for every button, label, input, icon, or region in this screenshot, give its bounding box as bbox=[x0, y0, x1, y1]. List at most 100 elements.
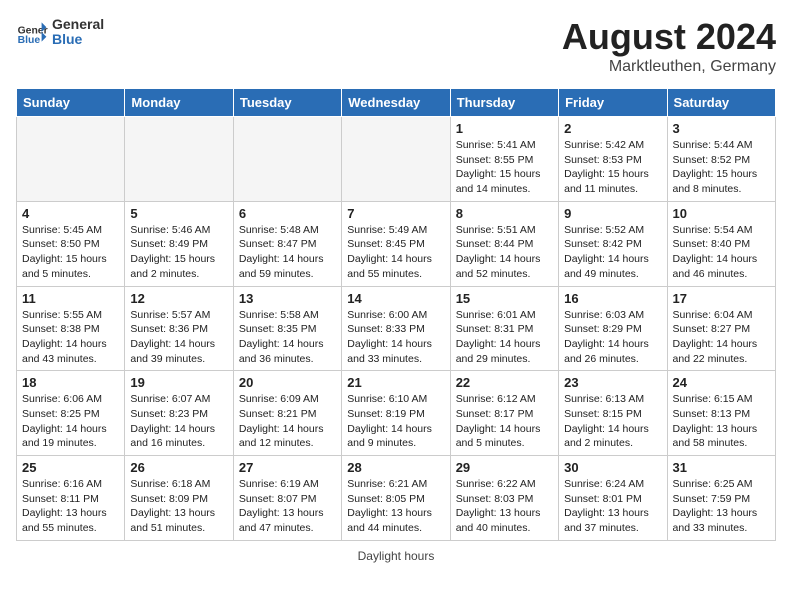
col-thursday: Thursday bbox=[450, 89, 558, 117]
day-info: Sunrise: 6:19 AMSunset: 8:07 PMDaylight:… bbox=[239, 477, 336, 536]
day-number: 7 bbox=[347, 206, 444, 221]
day-number: 22 bbox=[456, 375, 553, 390]
day-info: Sunrise: 5:55 AMSunset: 8:38 PMDaylight:… bbox=[22, 308, 119, 367]
table-row: 22Sunrise: 6:12 AMSunset: 8:17 PMDayligh… bbox=[450, 371, 558, 456]
day-number: 29 bbox=[456, 460, 553, 475]
day-number: 18 bbox=[22, 375, 119, 390]
day-number: 12 bbox=[130, 291, 227, 306]
col-friday: Friday bbox=[559, 89, 667, 117]
day-info: Sunrise: 6:03 AMSunset: 8:29 PMDaylight:… bbox=[564, 308, 661, 367]
table-row: 5Sunrise: 5:46 AMSunset: 8:49 PMDaylight… bbox=[125, 201, 233, 286]
day-info: Sunrise: 6:06 AMSunset: 8:25 PMDaylight:… bbox=[22, 392, 119, 451]
logo-icon: General Blue bbox=[16, 16, 48, 48]
table-row: 10 Sunrise: 5:54 AMSunset: 8:40 PMDayligh… bbox=[667, 201, 775, 286]
table-row: 2 Sunrise: 5:42 AMSunset: 8:53 PMDaylight… bbox=[559, 117, 667, 202]
day-number: 13 bbox=[239, 291, 336, 306]
table-row: 6 Sunrise: 5:48 AMSunset: 8:47 PMDaylight… bbox=[233, 201, 341, 286]
day-number: 26 bbox=[130, 460, 227, 475]
day-number: 15 bbox=[456, 291, 553, 306]
table-row: 28Sunrise: 6:21 AMSunset: 8:05 PMDayligh… bbox=[342, 456, 450, 541]
day-info: Sunrise: 6:09 AMSunset: 8:21 PMDaylight:… bbox=[239, 392, 336, 451]
svg-text:Blue: Blue bbox=[18, 35, 41, 46]
day-number: 11 bbox=[22, 291, 119, 306]
calendar-week-1: 1Sunrise: 5:41 AMSunset: 8:55 PMDaylight… bbox=[17, 117, 776, 202]
day-info: Sunrise: 6:00 AMSunset: 8:33 PMDaylight:… bbox=[347, 308, 444, 367]
day-info: Sunrise: 6:01 AMSunset: 8:31 PMDaylight:… bbox=[456, 308, 553, 367]
table-row: 1Sunrise: 5:41 AMSunset: 8:55 PMDaylight… bbox=[450, 117, 558, 202]
day-number: 6 bbox=[239, 206, 336, 221]
footer-note: Daylight hours bbox=[16, 549, 776, 563]
table-row: 20 Sunrise: 6:09 AMSunset: 8:21 PMDayligh… bbox=[233, 371, 341, 456]
calendar-week-5: 25 Sunrise: 6:16 AMSunset: 8:11 PMDayligh… bbox=[17, 456, 776, 541]
table-row bbox=[342, 117, 450, 202]
day-info: Sunrise: 6:13 AMSunset: 8:15 PMDaylight:… bbox=[564, 392, 661, 451]
col-sunday: Sunday bbox=[17, 89, 125, 117]
day-info: Sunrise: 5:54 AMSunset: 8:40 PMDaylight:… bbox=[673, 223, 770, 282]
table-row: 25 Sunrise: 6:16 AMSunset: 8:11 PMDayligh… bbox=[17, 456, 125, 541]
table-row: 26 Sunrise: 6:18 AMSunset: 8:09 PMDayligh… bbox=[125, 456, 233, 541]
day-info: Sunrise: 5:57 AMSunset: 8:36 PMDaylight:… bbox=[130, 308, 227, 367]
day-info: Sunrise: 6:22 AMSunset: 8:03 PMDaylight:… bbox=[456, 477, 553, 536]
daylight-label: Daylight hours bbox=[358, 549, 435, 563]
logo-text-general: General bbox=[52, 17, 104, 32]
day-info: Sunrise: 5:42 AMSunset: 8:53 PMDaylight:… bbox=[564, 138, 661, 197]
table-row: 31Sunrise: 6:25 AMSunset: 7:59 PMDayligh… bbox=[667, 456, 775, 541]
table-row: 14 Sunrise: 6:00 AMSunset: 8:33 PMDayligh… bbox=[342, 286, 450, 371]
table-row: 16Sunrise: 6:03 AMSunset: 8:29 PMDayligh… bbox=[559, 286, 667, 371]
table-row bbox=[125, 117, 233, 202]
day-number: 9 bbox=[564, 206, 661, 221]
day-info: Sunrise: 5:44 AMSunset: 8:52 PMDaylight:… bbox=[673, 138, 770, 197]
table-row: 3Sunrise: 5:44 AMSunset: 8:52 PMDaylight… bbox=[667, 117, 775, 202]
day-number: 14 bbox=[347, 291, 444, 306]
table-row: 9 Sunrise: 5:52 AMSunset: 8:42 PMDaylight… bbox=[559, 201, 667, 286]
day-number: 31 bbox=[673, 460, 770, 475]
logo-text-blue: Blue bbox=[52, 32, 104, 47]
table-row: 27Sunrise: 6:19 AMSunset: 8:07 PMDayligh… bbox=[233, 456, 341, 541]
day-number: 5 bbox=[130, 206, 227, 221]
calendar-week-4: 18 Sunrise: 6:06 AMSunset: 8:25 PMDayligh… bbox=[17, 371, 776, 456]
table-row: 12 Sunrise: 5:57 AMSunset: 8:36 PMDayligh… bbox=[125, 286, 233, 371]
day-number: 2 bbox=[564, 121, 661, 136]
col-monday: Monday bbox=[125, 89, 233, 117]
table-row: 18 Sunrise: 6:06 AMSunset: 8:25 PMDayligh… bbox=[17, 371, 125, 456]
month-year: August 2024 bbox=[562, 16, 776, 58]
day-info: Sunrise: 6:18 AMSunset: 8:09 PMDaylight:… bbox=[130, 477, 227, 536]
table-row: 11 Sunrise: 5:55 AMSunset: 8:38 PMDayligh… bbox=[17, 286, 125, 371]
col-tuesday: Tuesday bbox=[233, 89, 341, 117]
day-number: 8 bbox=[456, 206, 553, 221]
day-info: Sunrise: 6:16 AMSunset: 8:11 PMDaylight:… bbox=[22, 477, 119, 536]
day-number: 21 bbox=[347, 375, 444, 390]
day-info: Sunrise: 6:07 AMSunset: 8:23 PMDaylight:… bbox=[130, 392, 227, 451]
title-area: August 2024 Marktleuthen, Germany bbox=[562, 16, 776, 76]
day-info: Sunrise: 5:52 AMSunset: 8:42 PMDaylight:… bbox=[564, 223, 661, 282]
table-row: 23 Sunrise: 6:13 AMSunset: 8:15 PMDayligh… bbox=[559, 371, 667, 456]
day-info: Sunrise: 5:45 AMSunset: 8:50 PMDaylight:… bbox=[22, 223, 119, 282]
day-info: Sunrise: 6:10 AMSunset: 8:19 PMDaylight:… bbox=[347, 392, 444, 451]
table-row: 13 Sunrise: 5:58 AMSunset: 8:35 PMDayligh… bbox=[233, 286, 341, 371]
day-info: Sunrise: 5:58 AMSunset: 8:35 PMDaylight:… bbox=[239, 308, 336, 367]
day-number: 23 bbox=[564, 375, 661, 390]
table-row: 21 Sunrise: 6:10 AMSunset: 8:19 PMDayligh… bbox=[342, 371, 450, 456]
header: General Blue General Blue August 2024 Ma… bbox=[16, 16, 776, 76]
table-row bbox=[233, 117, 341, 202]
calendar-header-row: Sunday Monday Tuesday Wednesday Thursday… bbox=[17, 89, 776, 117]
table-row: 8 Sunrise: 5:51 AMSunset: 8:44 PMDaylight… bbox=[450, 201, 558, 286]
day-number: 19 bbox=[130, 375, 227, 390]
day-info: Sunrise: 5:49 AMSunset: 8:45 PMDaylight:… bbox=[347, 223, 444, 282]
table-row: 15 Sunrise: 6:01 AMSunset: 8:31 PMDayligh… bbox=[450, 286, 558, 371]
day-number: 17 bbox=[673, 291, 770, 306]
day-number: 25 bbox=[22, 460, 119, 475]
col-wednesday: Wednesday bbox=[342, 89, 450, 117]
day-info: Sunrise: 5:48 AMSunset: 8:47 PMDaylight:… bbox=[239, 223, 336, 282]
day-info: Sunrise: 6:15 AMSunset: 8:13 PMDaylight:… bbox=[673, 392, 770, 451]
day-info: Sunrise: 6:24 AMSunset: 8:01 PMDaylight:… bbox=[564, 477, 661, 536]
day-number: 20 bbox=[239, 375, 336, 390]
day-info: Sunrise: 5:51 AMSunset: 8:44 PMDaylight:… bbox=[456, 223, 553, 282]
day-number: 28 bbox=[347, 460, 444, 475]
day-info: Sunrise: 6:04 AMSunset: 8:27 PMDaylight:… bbox=[673, 308, 770, 367]
day-number: 10 bbox=[673, 206, 770, 221]
day-info: Sunrise: 5:41 AMSunset: 8:55 PMDaylight:… bbox=[456, 138, 553, 197]
calendar: Sunday Monday Tuesday Wednesday Thursday… bbox=[16, 88, 776, 541]
calendar-week-3: 11 Sunrise: 5:55 AMSunset: 8:38 PMDayligh… bbox=[17, 286, 776, 371]
table-row: 7 Sunrise: 5:49 AMSunset: 8:45 PMDaylight… bbox=[342, 201, 450, 286]
